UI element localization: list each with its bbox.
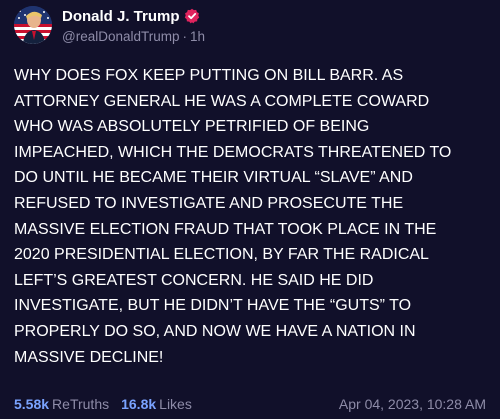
likes-stat[interactable]: 16.8k Likes [121,396,192,412]
post-line: 2020 PRESIDENTIAL ELECTION, BY FAR THE R… [14,246,429,264]
meta-line: @realDonaldTrump · 1h [62,29,205,44]
post-line: WHY DOES FOX KEEP PUTTING ON BILL BARR. … [14,67,404,84]
post-line: ATTORNEY GENERAL HE WAS A COMPLETE COWAR… [14,92,430,110]
post-line: IMPEACHED, WHICH THE DEMOCRATS THREATENE… [14,143,452,161]
post-timestamp[interactable]: Apr 04, 2023, 10:28 AM [339,396,486,412]
post-line: MASSIVE ELECTION FRAUD THAT TOOK PLACE I… [14,220,437,238]
avatar-image [14,6,52,44]
post-line: WHO WAS ABSOLUTELY PETRIFIED OF BEING [14,118,370,136]
display-name-row[interactable]: Donald J. Trump [62,8,200,25]
likes-count: 16.8k [121,396,157,412]
likes-label: Likes [159,396,192,412]
post-line: DO UNTIL HE BECAME THEIR VIRTUAL “SLAVE”… [14,169,413,187]
time-ago[interactable]: 1h [190,29,205,44]
meta-separator: · [182,29,188,44]
retruths-count: 5.58k [14,396,50,412]
post-line: MASSIVE DECLINE! [14,348,164,366]
post-line: PROPERLY DO SO, AND NOW WE HAVE A NATION… [14,322,416,340]
verified-badge-icon [184,8,200,24]
post-line: LEFT’S GREATEST CONCERN. HE SAID HE DID [14,271,374,289]
post-line: INVESTIGATE, BUT HE DIDN’T HAVE THE “GUT… [14,297,412,315]
avatar[interactable] [14,6,52,44]
post-footer: 5.58k ReTruths 16.8k Likes Apr 04, 2023, 10… [14,396,486,412]
retruths-stat[interactable]: 5.58k ReTruths [14,396,109,412]
handle[interactable]: @realDonaldTrump [62,29,180,44]
display-name[interactable]: Donald J. Trump [62,8,180,25]
post-line: REFUSED TO INVESTIGATE AND PROSECUTE THE [14,194,404,212]
post-card: Donald J. Trump @realDonaldTrump · 1h WHY … [0,0,500,419]
retruths-label: ReTruths [52,396,110,412]
post-body: WHY DOES FOX KEEP PUTTING ON BILL BARR. … [14,63,492,370]
